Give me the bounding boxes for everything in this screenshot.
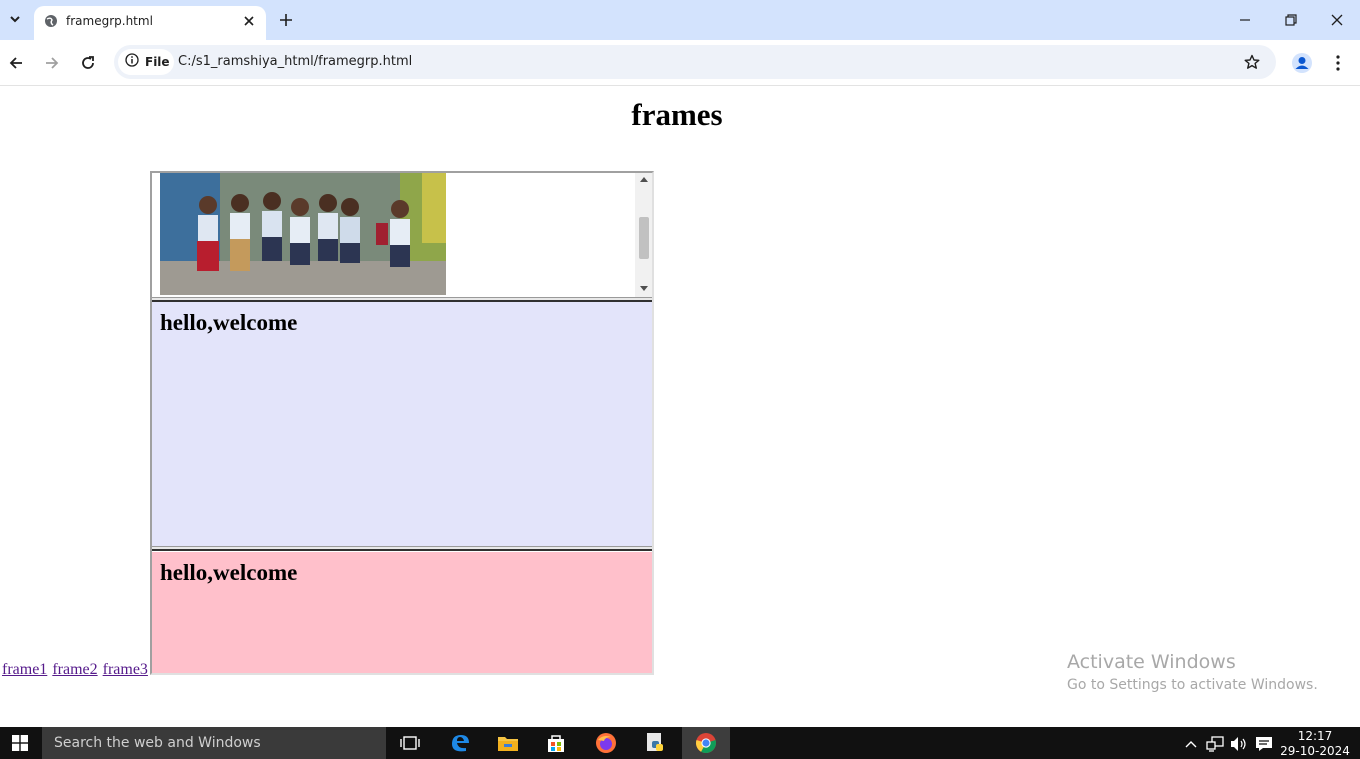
clock-time: 12:17 (1297, 729, 1333, 743)
frameset: hello,welcome hello,welcome (150, 171, 654, 675)
scroll-down-icon[interactable] (640, 286, 648, 291)
frame-links: frame1 frame2 frame3 (2, 661, 149, 679)
tab-title: framegrp.html (66, 14, 153, 28)
browser-toolbar: File C:/s1_ramshiya_html/framegrp.html (0, 40, 1360, 86)
activation-watermark-title: Activate Windows (1067, 651, 1236, 673)
edge-icon[interactable] (436, 727, 484, 759)
scroll-up-icon[interactable] (640, 177, 648, 182)
browser-tab[interactable]: framegrp.html (34, 6, 266, 40)
reload-icon[interactable] (77, 52, 99, 74)
children-photo (160, 173, 446, 295)
globe-icon (44, 14, 58, 28)
chrome-icon[interactable] (682, 727, 730, 759)
page-title: frames (631, 97, 723, 132)
volume-icon[interactable] (1230, 735, 1248, 753)
page-content: frames hello,welcome hello,welcome frame… (0, 87, 1360, 727)
frame3-heading: hello,welcome (160, 560, 298, 585)
forward-icon[interactable] (41, 52, 63, 74)
frame2-link[interactable]: frame2 (52, 661, 97, 678)
back-icon[interactable] (5, 52, 27, 74)
taskbar: Search the web and Windows 12:17 29-10-2… (0, 727, 1360, 759)
store-icon[interactable] (532, 727, 580, 759)
file-explorer-icon[interactable] (484, 727, 532, 759)
profile-icon[interactable] (1290, 51, 1314, 75)
scroll-thumb[interactable] (639, 217, 649, 259)
frame3: hello,welcome (152, 552, 652, 673)
site-info-button[interactable]: File (118, 49, 174, 75)
address-bar[interactable]: File C:/s1_ramshiya_html/framegrp.html (114, 45, 1276, 79)
new-tab-icon[interactable] (276, 10, 296, 30)
info-icon (125, 52, 139, 72)
tab-strip: framegrp.html (0, 0, 1360, 40)
taskbar-search-placeholder: Search the web and Windows (54, 735, 261, 751)
network-icon[interactable] (1206, 735, 1224, 753)
bookmark-star-icon[interactable] (1242, 52, 1262, 72)
python-icon[interactable] (632, 727, 680, 759)
activation-watermark-subtitle: Go to Settings to activate Windows. (1067, 677, 1318, 693)
frame2: hello,welcome (152, 302, 652, 546)
notification-icon[interactable] (1255, 735, 1273, 753)
minimize-icon[interactable] (1235, 10, 1255, 30)
tab-search-icon[interactable] (4, 8, 26, 30)
frame1-scrollbar[interactable] (635, 173, 652, 297)
close-tab-icon[interactable] (240, 12, 258, 30)
frame1[interactable] (152, 173, 652, 297)
task-view-icon[interactable] (386, 727, 434, 759)
taskbar-search-box[interactable]: Search the web and Windows (42, 727, 386, 759)
chevron-up-icon[interactable] (1182, 735, 1200, 753)
clock-date: 29-10-2024 (1280, 744, 1350, 758)
close-window-icon[interactable] (1327, 10, 1347, 30)
firefox-icon[interactable] (582, 727, 630, 759)
taskbar-clock[interactable]: 12:17 29-10-2024 (1280, 729, 1350, 759)
frame3-link[interactable]: frame3 (103, 661, 148, 678)
url-text[interactable]: C:/s1_ramshiya_html/framegrp.html (178, 54, 412, 69)
site-info-label: File (145, 55, 170, 69)
kebab-menu-icon[interactable] (1328, 51, 1348, 75)
frame-divider[interactable] (152, 546, 652, 551)
frame2-heading: hello,welcome (160, 310, 298, 335)
frame1-link[interactable]: frame1 (2, 661, 47, 678)
windows-start-icon[interactable] (0, 727, 40, 759)
restore-icon[interactable] (1281, 10, 1301, 30)
